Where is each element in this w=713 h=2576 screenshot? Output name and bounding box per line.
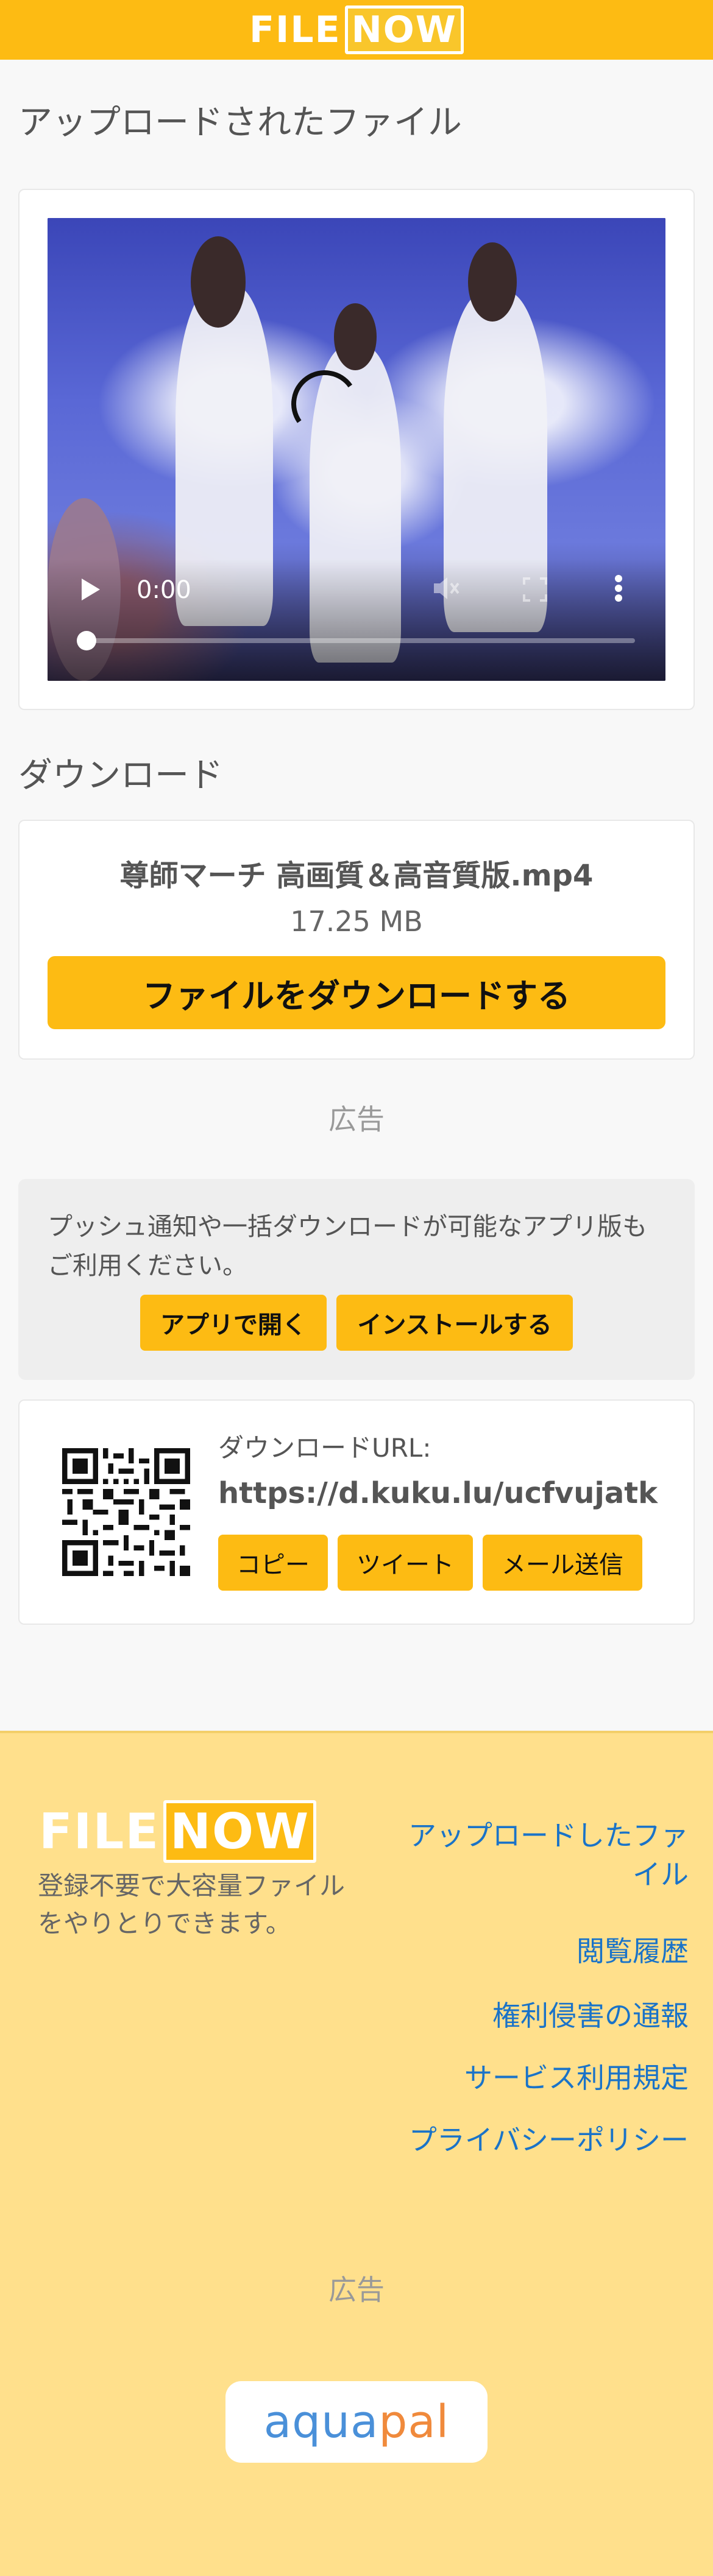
sponsor-text-aqua: aqua (263, 2396, 379, 2448)
volume-muted-icon[interactable] (431, 575, 461, 602)
footer-link-uploaded-files[interactable]: アップロードしたファイル (384, 1816, 689, 1894)
video-time: 0:00 (137, 576, 191, 604)
video-progress-thumb[interactable] (77, 631, 96, 650)
more-options-icon[interactable] (614, 574, 623, 603)
footer-link-privacy[interactable]: プライバシーポリシー (409, 2118, 689, 2158)
aquapal-banner[interactable]: aqua pal (225, 2381, 488, 2463)
footer-link-terms[interactable]: サービス利用規定 (464, 2056, 689, 2096)
file-name: 尊師マーチ 高画質＆高音質版.mp4 (119, 859, 594, 893)
video-card: 0:00 (18, 189, 695, 710)
play-icon[interactable] (82, 579, 100, 600)
mail-button[interactable]: メール送信 (483, 1535, 642, 1591)
ad-label: 広告 (328, 1103, 385, 1136)
copy-button[interactable]: コピー (218, 1535, 328, 1591)
logo-now-text: NOW (344, 5, 464, 54)
share-card: ダウンロードURL: https://d.kuku.lu/ucfvujatk コ… (18, 1399, 695, 1625)
install-app-button[interactable]: インストールする (336, 1295, 573, 1351)
footer: FILE NOW 登録不要で大容量ファイルをやりとりできます。 アップロードした… (0, 1731, 713, 2576)
app-promo-text: プッシュ通知や一括ダウンロードが可能なアプリ版もご利用ください。 (48, 1212, 647, 1280)
qr-code (62, 1448, 190, 1576)
sponsor-text-pal: pal (378, 2396, 450, 2448)
fullscreen-icon[interactable] (523, 577, 547, 602)
open-in-app-button[interactable]: アプリで開く (140, 1295, 327, 1351)
tweet-button[interactable]: ツイート (338, 1535, 473, 1591)
footer-logo[interactable]: FILE NOW (39, 1800, 317, 1863)
app-promo-box: プッシュ通知や一括ダウンロードが可能なアプリ版もご利用ください。 アプリで開く … (18, 1179, 695, 1380)
download-url-label: ダウンロードURL: (218, 1433, 431, 1463)
uploaded-files-heading: アップロードされたファイル (18, 103, 462, 143)
top-bar: FILE NOW (0, 0, 713, 60)
video-player[interactable]: 0:00 (48, 218, 665, 681)
footer-link-history[interactable]: 閲覧履歴 (576, 1929, 689, 1969)
footer-link-report[interactable]: 権利侵害の通報 (492, 1994, 689, 2034)
download-url[interactable]: https://d.kuku.lu/ucfvujatk (218, 1476, 658, 1510)
footer-logo-now-text: NOW (163, 1800, 317, 1863)
file-size: 17.25 MB (290, 905, 423, 938)
logo-file-text: FILE (249, 9, 341, 51)
video-progress-track[interactable] (78, 638, 635, 643)
footer-ad-label: 広告 (328, 2273, 385, 2306)
download-button[interactable]: ファイルをダウンロードする (48, 956, 665, 1029)
footer-logo-file-text: FILE (39, 1803, 160, 1860)
filenow-logo[interactable]: FILE NOW (249, 5, 464, 54)
download-card: 尊師マーチ 高画質＆高音質版.mp4 17.25 MB ファイルをダウンロードす… (18, 820, 695, 1060)
footer-tagline: 登録不要で大容量ファイルをやりとりできます。 (38, 1871, 346, 1938)
download-heading: ダウンロード (18, 756, 223, 795)
